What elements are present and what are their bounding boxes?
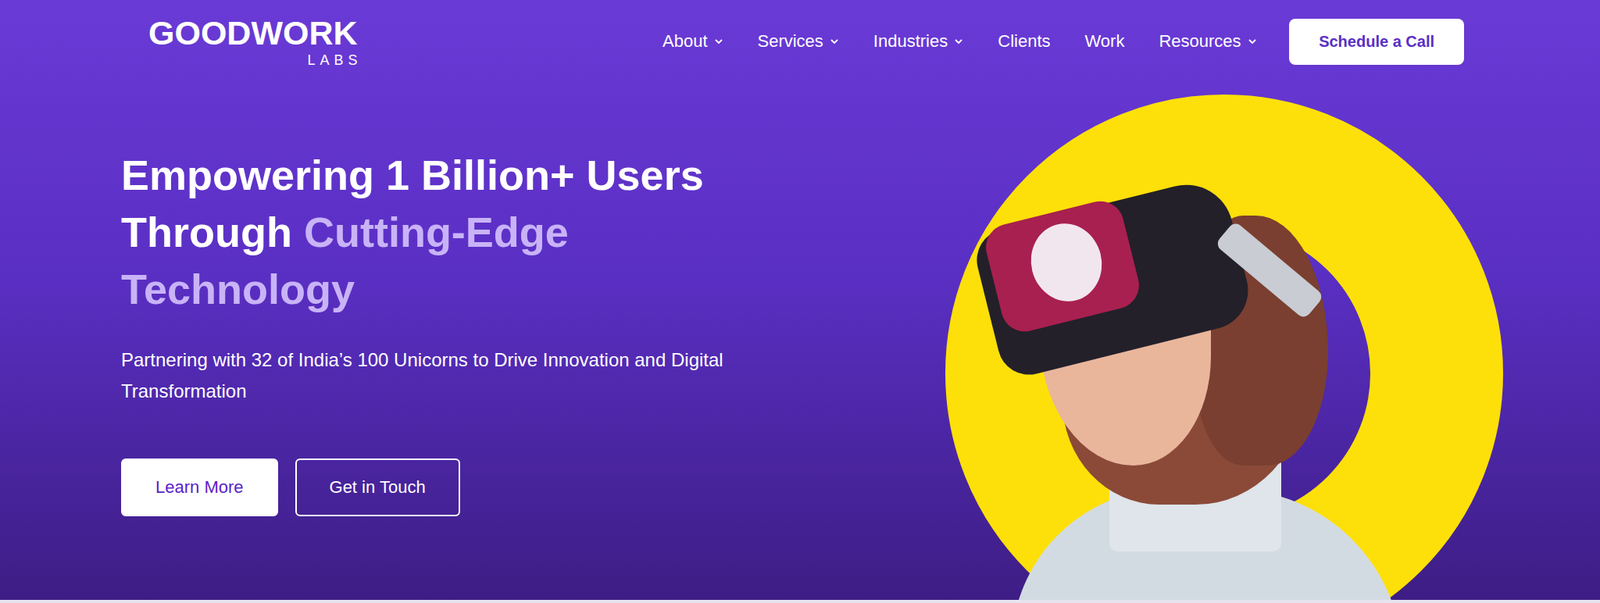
chevron-down-icon[interactable] bbox=[829, 38, 840, 45]
header: GOODWORKLABSAboutServicesIndustriesClien… bbox=[0, 0, 1600, 83]
headline: Empowering 1 Billion+ Users Through Cutt… bbox=[121, 146, 793, 318]
bottom-strip bbox=[0, 600, 1600, 603]
chevron-down-icon[interactable] bbox=[714, 38, 724, 45]
nav-item[interactable]: Resources bbox=[1158, 31, 1257, 52]
nav-item[interactable]: Clients bbox=[997, 31, 1050, 52]
nav: About Services Industries Clients Work Resour… bbox=[514, 31, 1290, 52]
logo-sub[interactable]: LABS bbox=[307, 53, 363, 68]
logo[interactable]: GOODWORKLABS bbox=[148, 16, 358, 68]
chevron-down-icon[interactable] bbox=[1247, 38, 1258, 45]
hero-text: Empowering 1 Billion+ Users Through Cutt… bbox=[0, 82, 1600, 517]
nav-item[interactable]: Industries bbox=[873, 31, 964, 52]
logo-name[interactable]: GOODWORK bbox=[148, 16, 358, 50]
hero-photo bbox=[937, 67, 1547, 600]
hero: Empowering 1 Billion+ Users Through Cutt… bbox=[0, 82, 1600, 600]
subtitle: Partnering with 32 of India’s 100 Unicor… bbox=[121, 344, 786, 408]
nav-label[interactable]: About bbox=[662, 31, 708, 52]
hero-buttons: Learn More Get in Touch bbox=[121, 458, 1600, 517]
nav-label[interactable]: Industries bbox=[873, 31, 948, 52]
nav-item[interactable]: Services bbox=[757, 31, 840, 52]
nav-label[interactable]: Work bbox=[1085, 31, 1125, 52]
chevron-down-icon[interactable] bbox=[953, 38, 964, 45]
nav-label[interactable]: Clients bbox=[997, 31, 1050, 52]
nav-item[interactable]: About bbox=[662, 31, 724, 52]
nav-item[interactable]: Work bbox=[1085, 31, 1125, 52]
schedule-call-button[interactable]: Schedule a Call bbox=[1289, 18, 1465, 65]
nav-label[interactable]: Resources bbox=[1158, 31, 1241, 52]
nav-label[interactable]: Services bbox=[757, 31, 824, 52]
get-in-touch-button[interactable]: Get in Touch bbox=[295, 458, 461, 517]
learn-more-button[interactable]: Learn More bbox=[121, 458, 279, 517]
